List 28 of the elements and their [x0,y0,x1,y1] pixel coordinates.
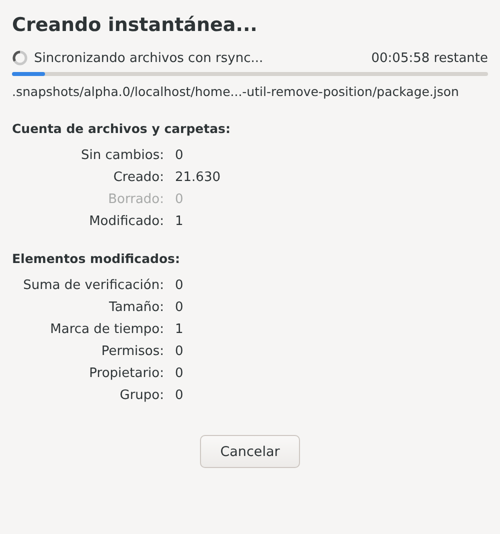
stat-label: Borrado: [107,192,164,207]
stat-value: 1 [175,214,184,229]
stat-value: 0 [175,388,184,403]
stat-label: Marca de tiempo: [49,322,164,337]
time-remaining: 00:05:58 restante [371,50,488,66]
stat-value: 0 [175,366,184,381]
file-path: .snapshots/alpha.0/localhost/home...-util-remove-position/package.json [12,84,460,99]
dialog-title: Creando instantánea... [12,14,258,36]
stat-label: Grupo: [118,388,164,403]
cancel-button[interactable]: Cancelar [200,435,300,468]
stat-label: Propietario: [88,366,164,381]
stat-label: Modificado: [88,214,164,229]
stat-label: Tamaño: [108,300,164,315]
status-text: Sincronizando archivos con rsync... [34,50,264,66]
stat-value: 0 [175,300,184,315]
stat-value: 1 [175,322,184,337]
stat-value: 21.630 [175,170,222,185]
section-heading: Elementos modificados: [12,251,181,266]
spinner-icon [12,50,28,66]
stat-value: 0 [175,148,184,163]
stat-label: Suma de verificación: [22,278,164,293]
stat-value: 0 [175,278,184,293]
stat-value: 0 [175,192,184,207]
stat-value: 0 [175,344,184,359]
stat-label: Permisos: [100,344,164,359]
stat-label: Creado: [112,170,164,185]
stat-label: Sin cambios: [80,148,164,163]
section-heading: Cuenta de archivos y carpetas: [12,121,232,136]
